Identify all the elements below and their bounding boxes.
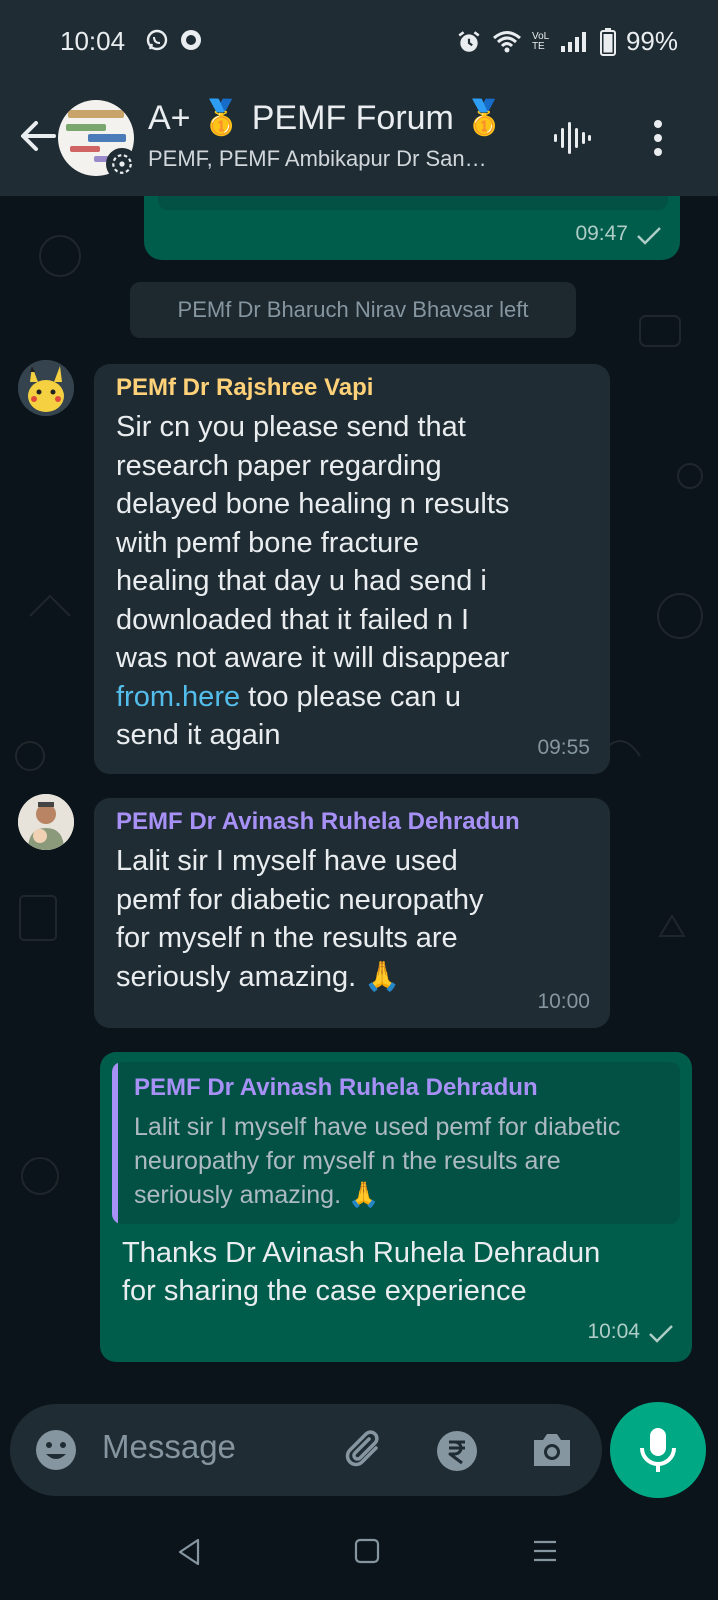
chat-area: 09:47 PEMf Dr Bharuch Nirav Bhavsar left… — [0, 196, 718, 1372]
quoted-message[interactable]: PEMF Dr Avinash Ruhela Dehradun Lalit si… — [112, 1062, 680, 1224]
message-text: Lalit sir I myself have used pemf for di… — [116, 845, 484, 993]
sender-name[interactable]: PEMF Dr Avinash Ruhela Dehradun — [116, 808, 520, 836]
camera-icon[interactable] — [530, 1430, 574, 1470]
message-composer — [10, 1404, 602, 1496]
whatsapp-notification-icon — [146, 29, 168, 51]
arrow-left-icon[interactable] — [16, 114, 60, 158]
quoted-sender: PEMF Dr Avinash Ruhela Dehradun — [134, 1074, 538, 1101]
group-title[interactable]: A+ 🥇 PEMF Forum 🥇 — [148, 98, 506, 138]
quoted-text: Lalit sir I myself have used pemf for di… — [134, 1113, 621, 1209]
sent-tick-icon — [637, 227, 661, 245]
status-notification-icons — [145, 28, 203, 52]
message-time: 10:04 — [587, 1320, 640, 1343]
status-time: 10:04 — [60, 26, 126, 56]
message-link[interactable]: from.here — [116, 681, 240, 713]
sent-tick-icon — [649, 1325, 673, 1343]
message-text: Thanks Dr Avinash Ruhela Dehradun for sh… — [122, 1237, 601, 1307]
status-right-icons: VoLTE 99% — [456, 26, 678, 57]
sender-avatar-avinash[interactable] — [18, 794, 74, 850]
message-bubble-incoming[interactable]: PEMf Dr Rajshree Vapi Sir cn you please … — [94, 364, 610, 774]
nav-back-icon[interactable] — [174, 1536, 204, 1568]
battery-percent: 99% — [625, 26, 678, 56]
rupee-icon[interactable] — [436, 1430, 478, 1472]
group-subtitle[interactable]: PEMF, PEMF Ambikapur Dr San… — [148, 146, 538, 172]
battery-icon — [599, 27, 616, 56]
community-badge-icon — [106, 148, 138, 180]
previous-message-bubble[interactable]: 09:47 — [144, 196, 680, 260]
sync-notification-icon — [181, 30, 201, 50]
message-text: Sir cn you please send that research pap… — [116, 411, 510, 751]
sender-avatar-rajshree[interactable] — [18, 360, 74, 416]
message-bubble-outgoing[interactable]: PEMF Dr Avinash Ruhela Dehradun Lalit si… — [100, 1052, 692, 1362]
message-bubble-incoming[interactable]: PEMF Dr Avinash Ruhela Dehradun Lalit si… — [94, 798, 610, 1028]
nav-home-icon[interactable] — [352, 1536, 382, 1566]
more-vert-icon[interactable] — [646, 116, 670, 160]
voice-chat-icon[interactable] — [552, 116, 592, 160]
message-input[interactable] — [102, 1428, 322, 1466]
nav-recents-icon[interactable] — [530, 1536, 560, 1566]
mic-button[interactable] — [610, 1402, 706, 1498]
chat-header: A+ 🥇 PEMF Forum 🥇 PEMF, PEMF Ambikapur D… — [0, 84, 718, 196]
person-avatar-icon — [18, 794, 74, 850]
emoji-icon[interactable] — [34, 1428, 78, 1472]
message-time: 09:47 — [575, 222, 628, 245]
system-nav-bar — [0, 1512, 718, 1600]
sender-name[interactable]: PEMf Dr Rajshree Vapi — [116, 374, 373, 402]
mic-icon — [640, 1428, 676, 1472]
signal-icon — [560, 31, 586, 52]
paperclip-icon[interactable] — [342, 1426, 390, 1474]
wifi-icon — [492, 30, 521, 52]
alarm-icon — [458, 30, 480, 52]
top-bar: 10:04 VoLTE 99% A+ 🥇 PEMF Forum 🥇 PEMF, … — [0, 0, 718, 196]
message-time: 10:00 — [537, 990, 590, 1013]
pikachu-avatar-icon — [18, 360, 74, 416]
volte-label: VoLTE — [531, 30, 550, 52]
system-notice: PEMf Dr Bharuch Nirav Bhavsar left — [130, 282, 576, 338]
message-time: 09:55 — [537, 736, 590, 759]
quote-accent-bar — [112, 1062, 118, 1224]
previous-message-content — [158, 196, 668, 210]
status-bar: 10:04 VoLTE 99% — [0, 0, 718, 84]
